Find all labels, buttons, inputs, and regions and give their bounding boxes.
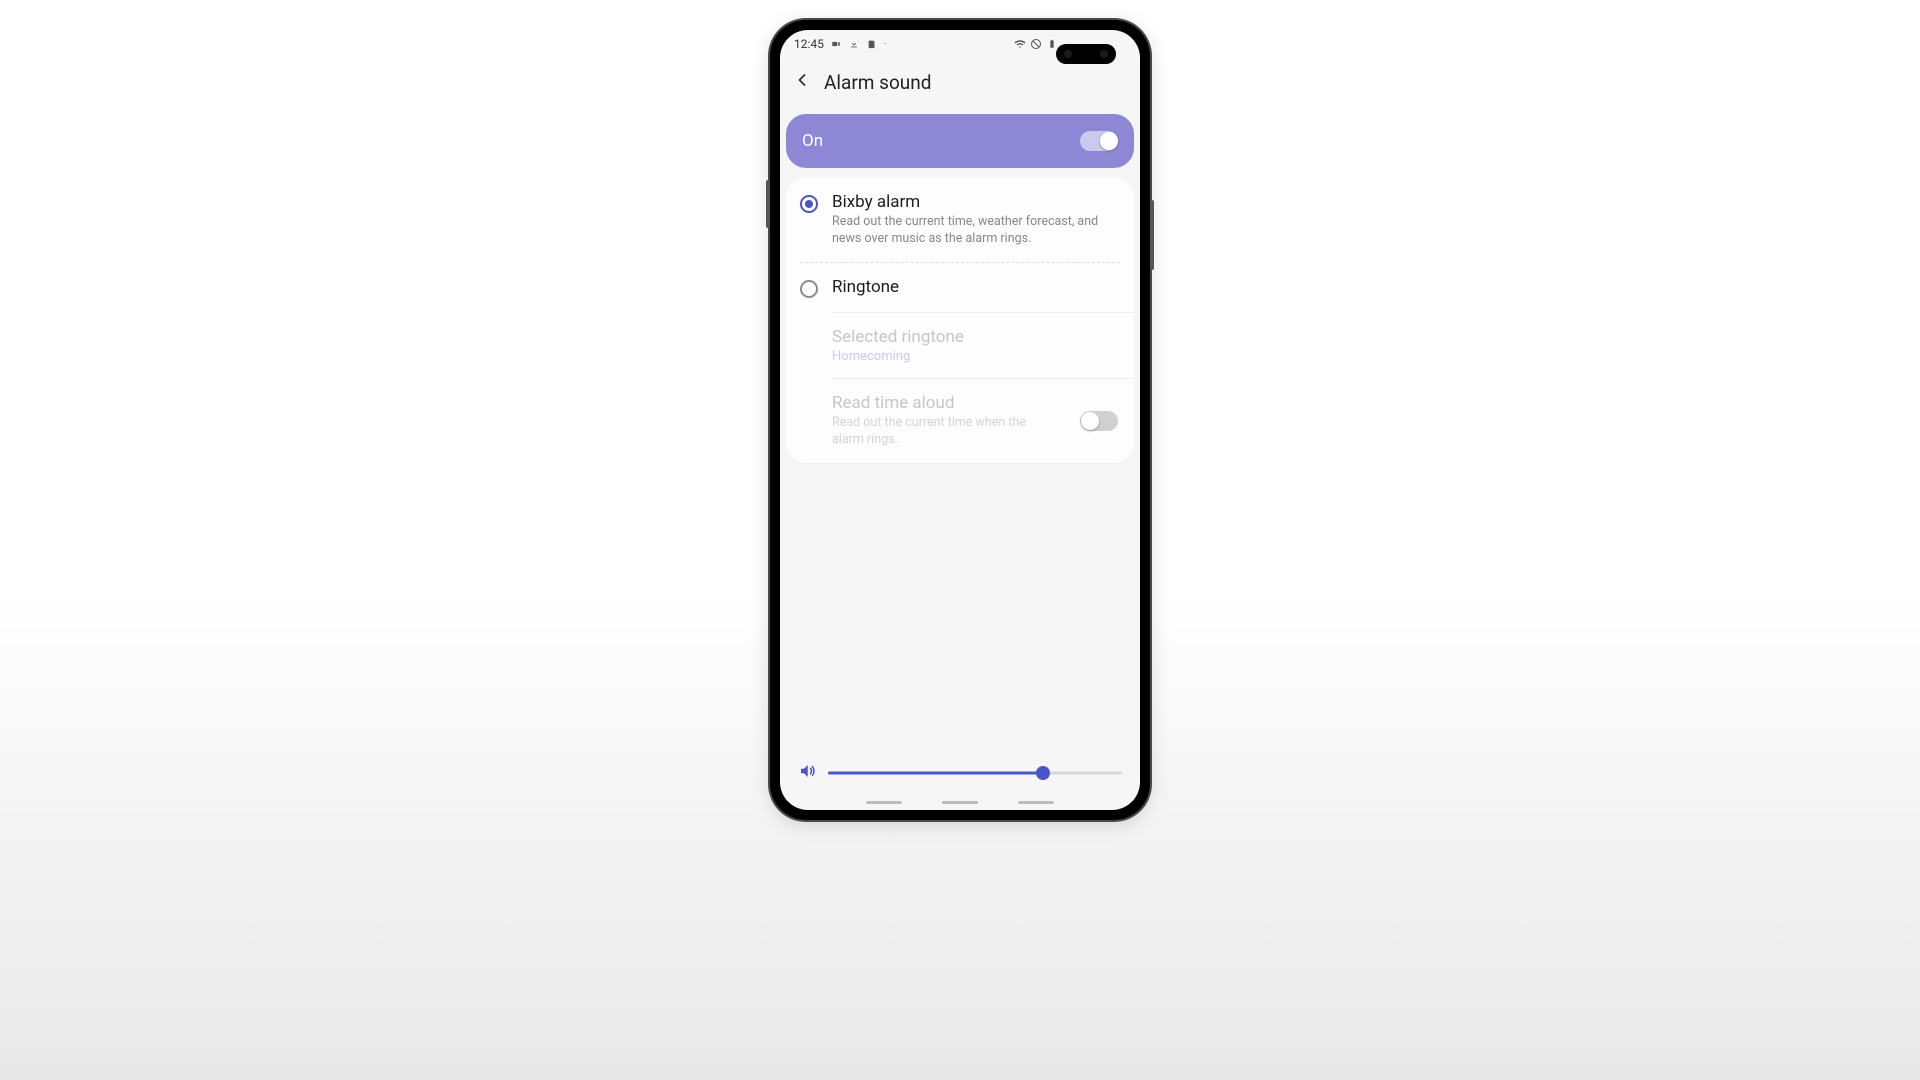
- gesture-nav-bar: [780, 800, 1140, 810]
- volume-icon: [798, 762, 816, 784]
- radio-ringtone[interactable]: [800, 280, 818, 298]
- wifi-icon: [1014, 38, 1026, 50]
- volume-rocker: [766, 180, 770, 228]
- app-header: Alarm sound: [780, 58, 1140, 106]
- more-notifications-dot: ·: [884, 39, 887, 50]
- download-icon: [848, 38, 860, 50]
- sd-card-icon: [866, 38, 878, 50]
- status-time: 12:45: [794, 37, 824, 51]
- option-title: Ringtone: [832, 277, 1118, 297]
- phone-screen: 12:45 ·: [780, 30, 1140, 810]
- page-title: Alarm sound: [824, 71, 932, 94]
- option-title: Bixby alarm: [832, 192, 1118, 212]
- selected-ringtone-value: Homecoming: [832, 349, 1118, 364]
- camera-cutout: [1056, 44, 1116, 64]
- option-ringtone[interactable]: Ringtone: [786, 263, 1134, 312]
- phone-frame: 12:45 ·: [770, 20, 1150, 820]
- master-toggle-row[interactable]: On: [786, 114, 1134, 168]
- video-record-icon: [830, 38, 842, 50]
- volume-row: [780, 752, 1140, 800]
- slider-fill: [828, 772, 1043, 775]
- selected-ringtone-row: Selected ringtone Homecoming: [786, 313, 1134, 378]
- do-not-disturb-icon: [1030, 38, 1042, 50]
- option-subtitle: Read out the current time, weather forec…: [832, 214, 1118, 248]
- option-bixby-alarm[interactable]: Bixby alarm Read out the current time, w…: [786, 178, 1134, 262]
- master-toggle-label: On: [802, 131, 823, 151]
- slider-thumb[interactable]: [1036, 766, 1050, 780]
- selected-ringtone-label: Selected ringtone: [832, 327, 1118, 347]
- read-time-title: Read time aloud: [832, 393, 1058, 413]
- master-toggle-switch[interactable]: [1080, 131, 1118, 151]
- read-time-aloud-row: Read time aloud Read out the current tim…: [786, 379, 1134, 463]
- back-button[interactable]: [792, 70, 812, 94]
- radio-bixby-alarm[interactable]: [800, 195, 818, 213]
- options-card: Bixby alarm Read out the current time, w…: [786, 178, 1134, 463]
- read-time-subtitle: Read out the current time when the alarm…: [832, 415, 1058, 449]
- volume-slider[interactable]: [828, 763, 1122, 783]
- power-button: [1150, 200, 1154, 270]
- battery-icon: [1046, 38, 1058, 50]
- read-time-toggle: [1080, 411, 1118, 431]
